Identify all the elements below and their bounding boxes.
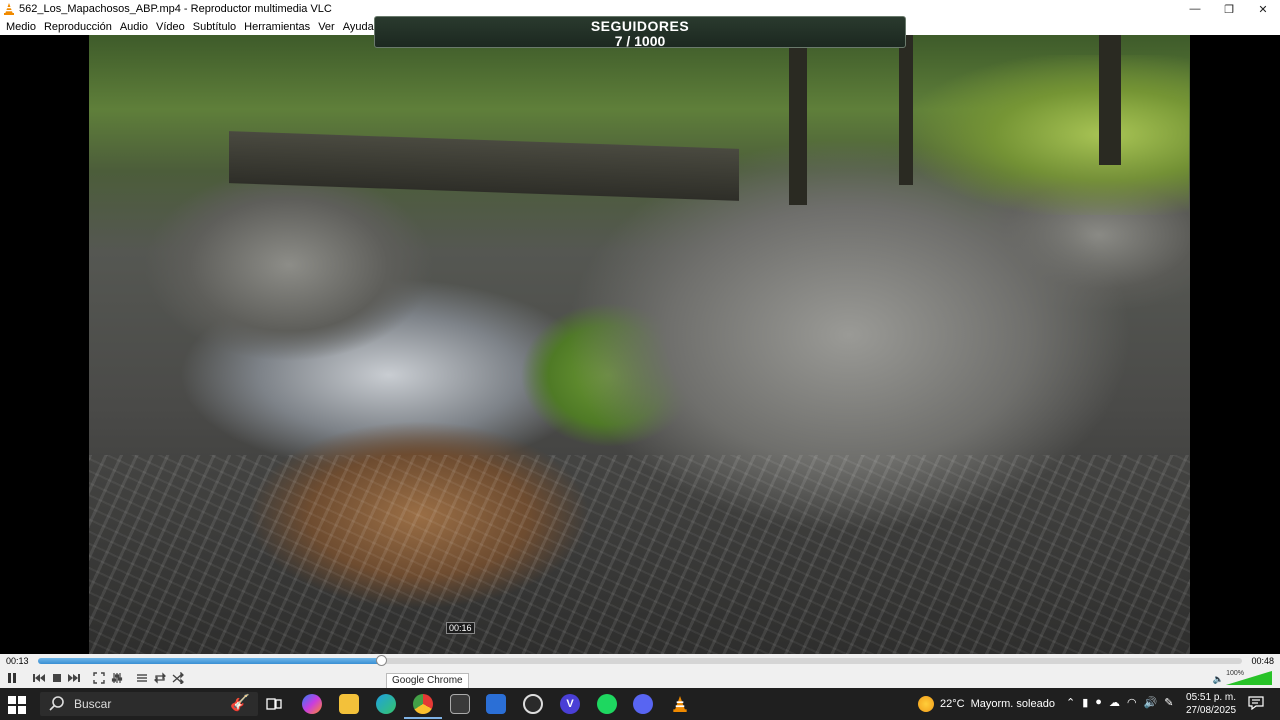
chrome-icon[interactable] <box>413 694 433 714</box>
file-explorer-icon[interactable] <box>339 694 359 714</box>
vpn-icon[interactable]: V <box>560 694 580 714</box>
vlc-window: 562_Los_Mapachosos_ABP.mp4 - Reproductor… <box>0 0 1280 720</box>
task-view-icon[interactable] <box>264 694 284 714</box>
previous-icon[interactable] <box>31 670 47 686</box>
vlc-taskbar-icon[interactable] <box>670 694 690 714</box>
speaker-icon[interactable]: 🔈 <box>1213 674 1224 685</box>
window-controls: — ❐ ✕ <box>1178 0 1280 18</box>
playback-controls: 00:13 00:48 🔈 100% <box>0 654 1280 688</box>
menu-reproduccion[interactable]: Reproducción <box>40 21 116 33</box>
fullscreen-icon[interactable] <box>91 670 107 686</box>
clock-time: 05:51 p. m. <box>1186 692 1237 703</box>
wooden-log <box>229 131 739 201</box>
search-icon <box>49 696 64 711</box>
maximize-button[interactable]: ❐ <box>1212 0 1246 18</box>
vlc-cone-icon <box>4 3 14 15</box>
followers-title: SEGUIDORES <box>590 18 690 34</box>
taskbar: Buscar 🎸 V 22°C Mayorm. soleado ⌃ ▮ ● ☁ <box>0 688 1280 720</box>
weather-sun-icon <box>918 696 934 712</box>
windows-start-icon[interactable] <box>8 696 26 714</box>
seek-time-tooltip: 00:16 <box>446 622 475 634</box>
tree-trunk <box>789 35 807 205</box>
cloud-icon[interactable]: ☁ <box>1109 696 1120 709</box>
menu-ayuda[interactable]: Ayuda <box>339 21 378 33</box>
weather-description: Mayorm. soleado <box>970 698 1055 710</box>
menu-herramientas[interactable]: Herramientas <box>240 21 314 33</box>
minimize-button[interactable]: — <box>1178 0 1212 18</box>
menu-ver[interactable]: Ver <box>314 21 339 33</box>
clock-date: 27/08/2025 <box>1186 705 1237 716</box>
menu-subtitulo[interactable]: Subtítulo <box>189 21 240 33</box>
stream-water <box>89 455 1190 654</box>
menu-video[interactable]: Vídeo <box>152 21 189 33</box>
taskbar-search[interactable]: Buscar 🎸 <box>40 692 258 716</box>
weather-widget[interactable]: 22°C Mayorm. soleado <box>918 696 1055 712</box>
total-time[interactable]: 00:48 <box>1251 656 1274 666</box>
copilot-icon[interactable] <box>302 694 322 714</box>
menu-audio[interactable]: Audio <box>116 21 152 33</box>
followers-overlay: SEGUIDORES 7 / 1000 <box>374 16 906 48</box>
meet-now-icon[interactable]: ● <box>1095 696 1102 709</box>
seek-progress <box>38 658 382 664</box>
elapsed-time[interactable]: 00:13 <box>6 656 29 666</box>
equalizer-icon[interactable] <box>109 670 125 686</box>
chrome-tooltip: Google Chrome <box>386 673 469 689</box>
close-button[interactable]: ✕ <box>1246 0 1280 18</box>
volume-icon[interactable]: 🔊 <box>1144 696 1158 709</box>
search-highlight-icon: 🎸 <box>230 695 250 712</box>
obs-icon[interactable] <box>523 694 543 714</box>
seek-bar[interactable] <box>38 658 1242 664</box>
network-icon[interactable]: ◠ <box>1127 696 1137 709</box>
playlist-icon[interactable] <box>134 670 150 686</box>
pen-icon[interactable]: ✎ <box>1164 696 1173 709</box>
phone-icon[interactable]: ▮ <box>1082 696 1088 709</box>
video-area[interactable] <box>0 35 1280 654</box>
twitch-icon[interactable] <box>450 694 470 714</box>
shuffle-icon[interactable] <box>170 670 186 686</box>
next-icon[interactable] <box>66 670 82 686</box>
chrome-active-indicator <box>404 717 442 719</box>
edge-icon[interactable] <box>376 694 396 714</box>
show-hidden-icons-icon[interactable]: ⌃ <box>1066 696 1075 709</box>
followers-count: 7 / 1000 <box>614 33 666 49</box>
menu-medio[interactable]: Medio <box>2 21 40 33</box>
loop-icon[interactable] <box>152 670 168 686</box>
notification-icon[interactable] <box>1248 696 1264 710</box>
volume-slider[interactable] <box>1226 671 1272 685</box>
video-frame[interactable] <box>89 35 1190 654</box>
seek-handle[interactable] <box>376 655 388 666</box>
control-buttons <box>0 670 1280 686</box>
taskbar-clock[interactable]: 05:51 p. m. 27/08/2025 <box>1186 691 1236 717</box>
system-tray: ⌃ ▮ ● ☁ ◠ 🔊 ✎ <box>1066 696 1173 709</box>
spotify-icon[interactable] <box>597 694 617 714</box>
search-placeholder: Buscar <box>74 697 112 711</box>
weather-temperature: 22°C <box>940 698 965 710</box>
forest-background <box>909 55 1189 215</box>
window-title: 562_Los_Mapachosos_ABP.mp4 - Reproductor… <box>19 3 332 15</box>
stop-icon[interactable] <box>49 670 65 686</box>
microsoft-store-icon[interactable] <box>486 694 506 714</box>
tree-trunk <box>1099 35 1121 165</box>
discord-icon[interactable] <box>633 694 653 714</box>
tree-trunk <box>899 35 913 185</box>
pause-icon[interactable] <box>4 670 20 686</box>
